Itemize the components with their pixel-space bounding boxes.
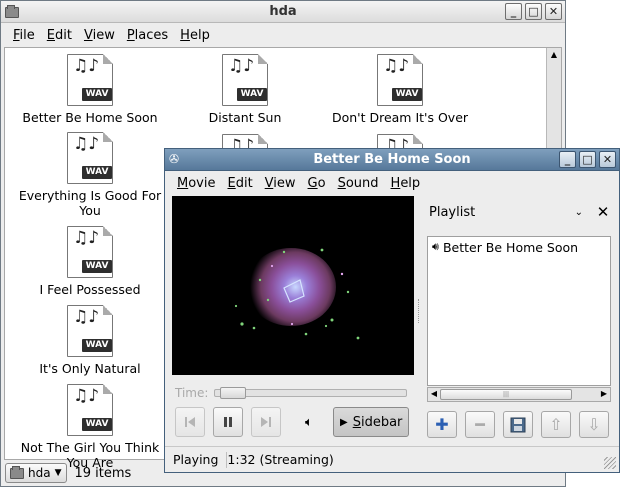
remove-button[interactable]: ━ <box>465 411 495 438</box>
file-name: It's Only Natural <box>39 361 141 376</box>
menu-file[interactable]: File <box>7 28 41 43</box>
minus-icon: ━ <box>475 415 485 434</box>
menu-places[interactable]: Places <box>121 28 174 43</box>
playlist-item-title: Better Be Home Soon <box>442 239 579 255</box>
scroll-left-icon[interactable]: ◀ <box>428 389 440 398</box>
plus-icon: ✚ <box>435 415 449 434</box>
file-item[interactable]: ♫♪ WAV Better Be Home Soon <box>15 54 165 125</box>
film-reel-icon[interactable]: ✇ <box>169 152 185 168</box>
file-name: Everything Is Good For You <box>18 188 162 218</box>
menu-edit[interactable]: Edit <box>221 176 258 191</box>
video-area[interactable] <box>172 196 414 375</box>
file-item[interactable]: ♫♪ WAV I Feel Possessed <box>15 226 165 297</box>
sidebar-title: Playlist <box>429 204 476 220</box>
audio-file-icon: ♫♪WAV <box>377 54 423 106</box>
menu-edit[interactable]: Edit <box>41 28 78 43</box>
playlist-item[interactable]: 🔊︎ Better Be Home Soon <box>428 237 610 257</box>
chevron-right-icon: ▶ <box>340 416 348 428</box>
player-menubar: Movie Edit View Go Sound Help <box>165 171 619 195</box>
sidebar-close-icon[interactable]: ✕ <box>593 203 613 221</box>
file-name: Better Be Home Soon <box>22 110 158 125</box>
save-button[interactable] <box>503 411 533 438</box>
move-down-button[interactable]: ⇩ <box>579 411 609 438</box>
scroll-right-icon[interactable]: ▶ <box>598 389 610 398</box>
time-label: Time: <box>175 386 209 400</box>
chevron-down-icon: ▼ <box>54 468 62 478</box>
previous-button[interactable] <box>175 407 205 437</box>
menu-view[interactable]: View <box>78 28 121 43</box>
resize-grip[interactable] <box>604 457 616 469</box>
seek-thumb[interactable] <box>220 387 247 399</box>
close-button[interactable]: ✕ <box>545 3 562 20</box>
sidebar-header: Playlist ⌄ ✕ <box>425 196 613 228</box>
playlist[interactable]: 🔊︎ Better Be Home Soon <box>427 236 611 386</box>
skip-forward-icon <box>261 417 271 427</box>
playback-controls: 🔈︎ ▶ Sidebar <box>175 407 415 439</box>
sidebar-selector[interactable]: Playlist ⌄ <box>429 205 593 220</box>
item-count: 19 items <box>74 465 132 481</box>
arrow-down-icon: ⇩ <box>587 415 601 434</box>
file-item[interactable]: ♫♪ WAV Not The Girl You Think You Are <box>15 384 165 470</box>
volume-icon[interactable]: 🔈︎ <box>305 415 313 430</box>
player-statusbar: Playing 1:32 (Streaming) <box>165 446 619 472</box>
maximize-button[interactable]: □ <box>579 151 596 168</box>
menu-go[interactable]: Go <box>302 176 332 191</box>
file-item[interactable]: ♫♪ WAV Everything Is Good For You <box>15 132 165 218</box>
speaker-icon: 🔊︎ <box>432 240 439 253</box>
file-manager-menubar: File Edit View Places Help <box>1 23 565 47</box>
menu-view[interactable]: View <box>259 176 302 191</box>
menu-help[interactable]: Help <box>385 176 427 191</box>
folder-icon[interactable] <box>5 4 21 20</box>
playback-state: Playing <box>173 452 219 467</box>
audio-file-icon: ♫♪WAV <box>67 305 113 357</box>
close-button[interactable]: ✕ <box>599 151 616 168</box>
menu-help[interactable]: Help <box>174 28 216 43</box>
pause-icon <box>224 417 232 427</box>
file-item[interactable]: ♫♪ WAV It's Only Natural <box>15 305 165 376</box>
audio-file-icon: ♫♪WAV <box>67 384 113 436</box>
audio-file-icon: ♫♪WAV <box>67 226 113 278</box>
menu-sound[interactable]: Sound <box>332 176 385 191</box>
movie-player-window: ✇ Better Be Home Soon _ □ ✕ Movie Edit V… <box>164 148 620 473</box>
seek-slider[interactable] <box>214 387 407 399</box>
folder-icon <box>10 465 24 479</box>
file-manager-titlebar[interactable]: hda _ □ ✕ <box>1 1 565 23</box>
file-item[interactable]: ♫♪ WAV Distant Sun <box>170 54 320 125</box>
next-button[interactable] <box>251 407 281 437</box>
player-titlebar[interactable]: ✇ Better Be Home Soon _ □ ✕ <box>165 149 619 171</box>
chevron-down-icon: ⌄ <box>574 206 583 218</box>
window-title: hda <box>269 4 297 19</box>
location-label: hda <box>28 466 51 480</box>
window-title: Better Be Home Soon <box>313 152 471 167</box>
scroll-up-icon[interactable]: ▲ <box>549 50 559 60</box>
skip-back-icon <box>185 417 195 427</box>
file-item[interactable]: ♫♪ WAV Don't Dream It's Over <box>325 54 475 125</box>
audio-file-icon: ♫♪WAV <box>222 54 268 106</box>
audio-file-icon: ♫♪WAV <box>67 132 113 184</box>
scroll-thumb[interactable]: ||| <box>440 389 572 400</box>
location-button[interactable]: hda ▼ <box>5 463 67 483</box>
sidebar-label: Sidebar <box>352 414 403 430</box>
arrow-up-icon: ⇧ <box>549 415 563 434</box>
menu-movie[interactable]: Movie <box>171 176 221 191</box>
file-name: I Feel Possessed <box>39 282 141 297</box>
floppy-disk-icon <box>510 417 526 432</box>
minimize-button[interactable]: _ <box>505 3 522 20</box>
audio-file-icon: ♫♪WAV <box>67 54 113 106</box>
pause-button[interactable] <box>213 407 243 437</box>
maximize-button[interactable]: □ <box>525 3 542 20</box>
sidebar-toggle-button[interactable]: ▶ Sidebar <box>333 407 409 437</box>
file-name: Don't Dream It's Over <box>331 110 469 125</box>
pane-divider[interactable] <box>418 299 420 323</box>
playlist-horizontal-scrollbar[interactable]: ◀ ||| ▶ <box>427 387 611 402</box>
visualization-sparks <box>234 248 360 340</box>
playback-time: 1:32 (Streaming) <box>227 452 334 467</box>
minimize-button[interactable]: _ <box>559 151 576 168</box>
file-name: Distant Sun <box>208 110 282 125</box>
time-row: Time: <box>175 385 407 401</box>
add-button[interactable]: ✚ <box>427 411 457 438</box>
move-up-button[interactable]: ⇧ <box>541 411 571 438</box>
